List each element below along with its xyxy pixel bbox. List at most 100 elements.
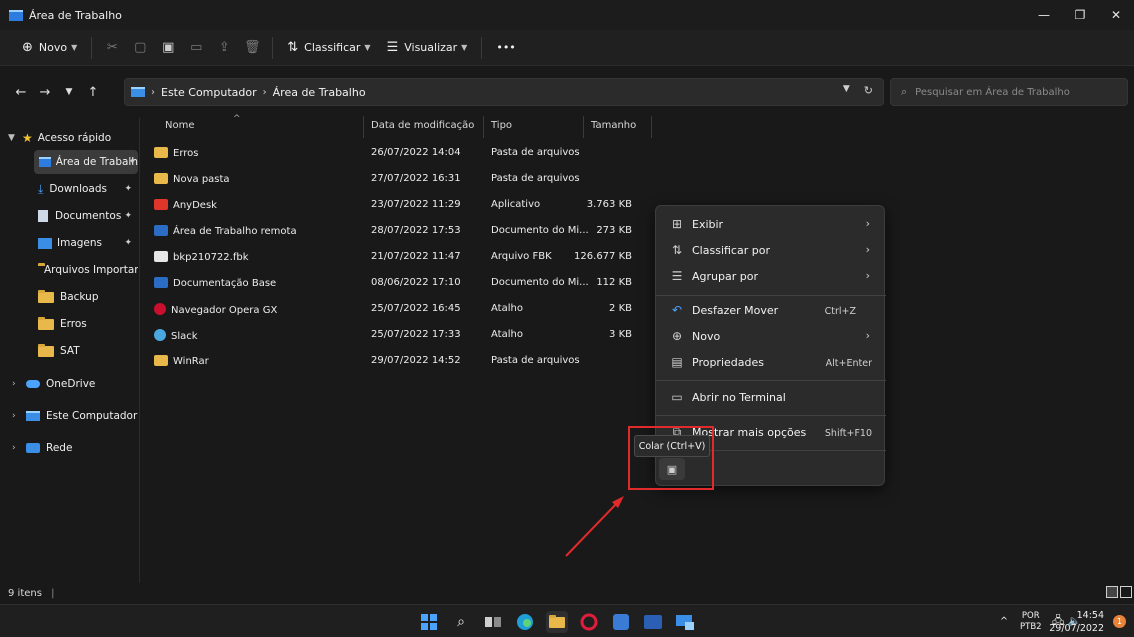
menu-item-properties[interactable]: ▤ Propriedades Alt+Enter [656,350,886,376]
rename-icon[interactable]: ▭ [182,34,210,62]
delete-icon[interactable]: 🗑 [238,34,266,62]
address-bar[interactable]: › Este Computador › Área de Trabalho ▼ ↻ [124,78,884,106]
up-arrow-icon[interactable]: ↑ [82,85,104,100]
maximize-button[interactable]: ❐ [1062,0,1098,30]
column-divider[interactable] [583,116,584,138]
table-row[interactable]: Documentação Base 08/06/2022 17:10 Docum… [152,271,632,295]
file-modified: 27/07/2022 16:31 [371,173,461,184]
word-icon[interactable] [642,611,664,633]
menu-item-label: Novo [692,330,721,343]
new-button[interactable]: ⊕ Novo ▼ [14,34,85,62]
breadcrumb-desktop[interactable]: Área de Trabalho [273,86,366,99]
language-indicator[interactable]: POR PTB2 [1020,605,1042,637]
address-history-chevron-icon[interactable]: ▼ [843,84,850,97]
opera-gx-icon[interactable] [578,611,600,633]
menu-item-sort-by[interactable]: ⇅ Classificar por › [656,238,886,264]
column-name[interactable]: Nome [165,120,195,131]
large-icons-view-icon[interactable] [1120,586,1132,598]
sidebar-item-label: Documentos [55,210,122,222]
star-icon: ★ [22,131,33,145]
notification-badge[interactable]: 1 [1113,615,1126,628]
sort-button[interactable]: ⇅ Classificar ▼ [279,34,378,62]
search-icon[interactable]: ⌕ [450,611,472,633]
sidebar-item-this-pc[interactable]: › Este Computador [12,404,138,428]
chevron-right-icon: › [865,329,870,342]
table-row[interactable]: Nova pasta 27/07/2022 16:31 Pasta de arq… [152,167,632,191]
chevron-down-icon: ▼ [461,43,468,52]
view-button[interactable]: ☰ Visualizar ▼ [379,34,476,62]
view-icon: ☰ [386,40,399,55]
file-size: 112 KB [596,277,632,288]
sidebar-quick-access[interactable]: ▼ ★ Acesso rápido [8,126,138,150]
sidebar-item-arquivos-importar[interactable]: Arquivos Importar [38,258,138,282]
refresh-icon[interactable]: ↻ [864,84,873,97]
chevron-down-icon: ▼ [71,43,78,52]
forward-arrow-icon[interactable]: → [34,85,56,100]
column-divider[interactable] [483,116,484,138]
edge-icon[interactable] [514,611,536,633]
sort-label: Classificar [304,41,361,54]
menu-item-shortcut: Ctrl+Z [824,306,856,317]
menu-divider [656,415,886,416]
search-placeholder: Pesquisar em Área de Trabalho [915,86,1070,98]
table-row[interactable]: Slack 25/07/2022 17:33 Atalho 3 KB [152,323,632,347]
cut-icon[interactable]: ✂ [98,34,126,62]
sidebar-item-documents[interactable]: Documentos ✦ [38,204,138,228]
breadcrumb-computer[interactable]: Este Computador [161,86,257,99]
table-row[interactable]: Erros 26/07/2022 14:04 Pasta de arquivos [152,141,632,165]
copy-icon[interactable]: ▢ [126,34,154,62]
share-icon[interactable]: ⇪ [210,34,238,62]
sidebar-item-downloads[interactable]: ⤓ Downloads ✦ [38,177,138,201]
file-explorer-icon[interactable] [546,611,568,633]
chevron-right-icon[interactable]: › [12,379,26,389]
recent-chevron-icon[interactable]: ▼ [58,87,80,97]
paste-icon[interactable]: ▣ [154,34,182,62]
details-view-icon[interactable] [1106,586,1118,598]
menu-item-group-by[interactable]: ☰ Agrupar por › [656,264,886,290]
column-divider[interactable] [363,116,364,138]
menu-item-undo-move[interactable]: ↶ Desfazer Mover Ctrl+Z [656,298,886,324]
column-divider[interactable] [651,116,652,138]
remote-desktop-icon[interactable] [674,611,696,633]
sidebar-item-backup[interactable]: Backup [38,285,138,309]
sat-app-icon[interactable] [610,611,632,633]
show-hidden-icons-chevron-icon[interactable]: ^ [1000,605,1008,637]
clock[interactable]: 14:54 29/07/2022 [1049,609,1104,635]
sidebar-item-desktop[interactable]: Área de Trabalh ✦ [34,150,138,174]
column-size[interactable]: Tamanho [591,120,636,131]
chevron-right-icon: › [865,269,870,282]
chevron-down-icon[interactable]: ▼ [8,133,22,143]
table-row[interactable]: bkp210722.fbk 21/07/2022 11:47 Arquivo F… [152,245,632,269]
sidebar-item-network[interactable]: › Rede [12,436,138,460]
table-row[interactable]: AnyDesk 23/07/2022 11:29 Aplicativo 3.76… [152,193,632,217]
divider [481,36,483,59]
start-icon[interactable] [418,611,440,633]
sidebar-item-images[interactable]: Imagens ✦ [38,231,138,255]
search-box[interactable]: ⌕ Pesquisar em Área de Trabalho [890,78,1128,106]
menu-item-open-terminal[interactable]: ▭ Abrir no Terminal [656,385,886,411]
menu-item-view[interactable]: ⊞ Exibir › [656,212,886,238]
chevron-right-icon[interactable]: › [12,411,26,421]
back-arrow-icon[interactable]: ← [10,85,32,100]
folder-icon [38,289,54,303]
task-view-icon[interactable] [482,611,504,633]
sidebar-item-onedrive[interactable]: › OneDrive [12,372,138,396]
chevron-right-icon: › [865,217,870,230]
file-modified: 25/07/2022 16:45 [371,303,461,314]
folder-icon [154,355,168,366]
menu-item-label: Abrir no Terminal [692,391,786,404]
minimize-button[interactable]: — [1026,0,1062,30]
column-modified[interactable]: Data de modificação [371,120,474,131]
close-button[interactable]: ✕ [1098,0,1134,30]
table-row[interactable]: Área de Trabalho remota 28/07/2022 17:53… [152,219,632,243]
sidebar-item-sat[interactable]: SAT [38,339,138,363]
sidebar-item-erros[interactable]: Erros [38,312,138,336]
menu-item-new[interactable]: ⊕ Novo › [656,324,886,350]
chevron-right-icon[interactable]: › [12,443,26,453]
table-row[interactable]: WinRar 29/07/2022 14:52 Pasta de arquivo… [152,349,632,373]
more-button[interactable]: ••• [488,34,523,62]
table-row[interactable]: Navegador Opera GX 25/07/2022 16:45 Atal… [152,297,632,321]
column-type[interactable]: Tipo [491,120,512,131]
file-name: Navegador Opera GX [171,305,278,316]
file-type: Pasta de arquivos [491,147,580,158]
